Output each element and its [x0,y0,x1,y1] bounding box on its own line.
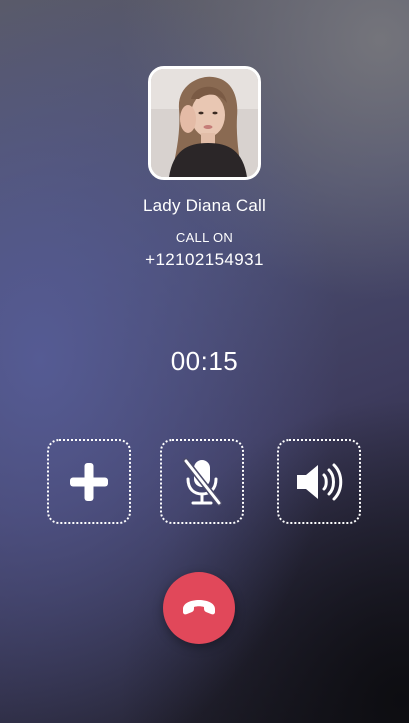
mute-button[interactable] [160,439,244,524]
caller-number: +12102154931 [145,250,264,269]
caller-name: Lady Diana Call [142,196,266,215]
phone-hangup-icon [183,600,215,615]
end-call-button[interactable] [163,572,235,644]
caller-avatar [148,66,261,180]
call-status: CALL ON [175,230,234,245]
speaker-button[interactable] [277,439,361,524]
add-call-button[interactable] [47,439,131,524]
call-timer: 00:15 [170,346,239,376]
microphone-muted-icon [183,457,222,506]
plus-icon [70,462,108,501]
speaker-icon [297,463,343,500]
caller-photo [151,69,258,177]
incoming-call-screen: Lady Diana Call CALL ON +12102154931 00:… [0,0,409,723]
